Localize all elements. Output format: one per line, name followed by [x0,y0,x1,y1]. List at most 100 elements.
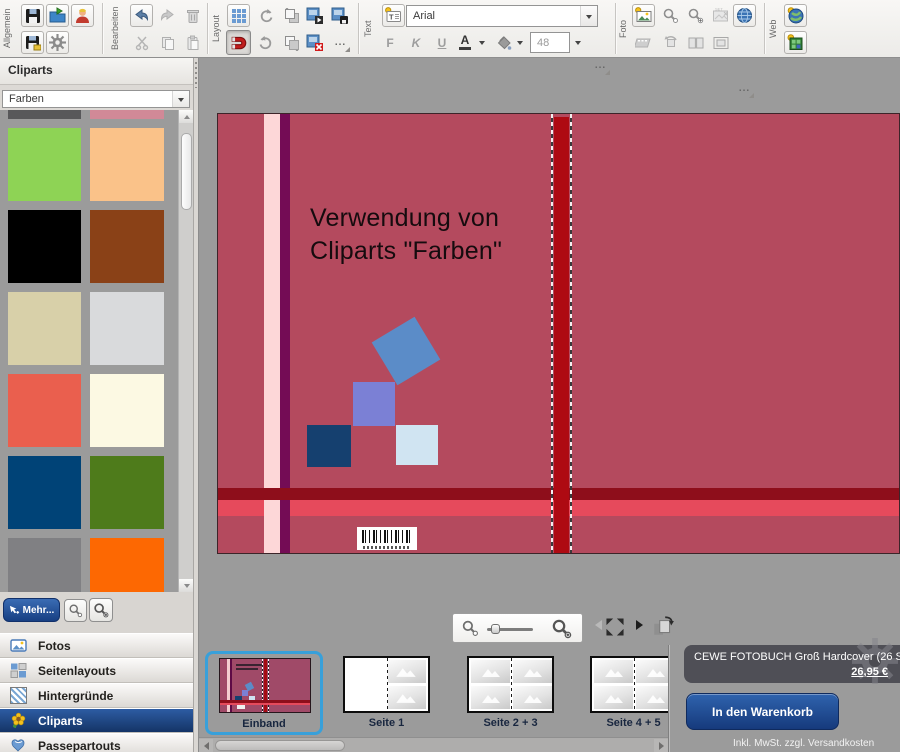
zoom-slider-handle[interactable] [491,624,500,634]
scrollbar-thumb[interactable] [181,133,192,210]
rotate-left-icon[interactable] [254,4,277,27]
cover-title-text[interactable]: Verwendung von Cliparts "Farben" [310,202,502,268]
effects-icon[interactable]: SET [709,4,732,27]
color-swatch[interactable] [90,292,164,365]
settings-icon[interactable] [46,31,69,54]
font-family-select[interactable]: Arial [406,5,598,27]
font-size-select[interactable]: 48 [530,32,570,53]
previous-page-icon[interactable] [590,620,602,630]
italic-button[interactable]: K [406,31,426,54]
underline-button[interactable]: U [432,31,452,54]
color-swatch[interactable] [8,538,81,592]
image-save-icon[interactable] [328,4,351,27]
clipart-square-navy[interactable] [307,425,351,467]
web-globe-icon[interactable] [784,4,807,27]
sidebar-item-hintergruende[interactable]: Hintergründe [0,683,193,708]
panel-splitter[interactable] [193,57,199,752]
bold-button[interactable]: F [380,31,400,54]
more-cliparts-button[interactable]: Mehr... [3,598,60,622]
avatar-icon[interactable] [71,4,94,27]
more-layout-icon[interactable]: ... [329,31,352,54]
clipart-square-lightblue[interactable] [396,425,438,465]
color-swatch[interactable] [8,110,81,119]
color-swatch[interactable] [8,374,81,447]
send-backward-icon[interactable] [280,31,303,54]
copy-icon[interactable] [156,31,179,54]
thumbnail-seite-2-3[interactable] [467,656,554,713]
add-to-cart-button[interactable]: In den Warenkorb [686,693,839,730]
thumbnail-einband[interactable]: Einband [205,651,323,735]
photo-placeholder [594,660,633,683]
paste-icon[interactable] [181,31,204,54]
add-photo-icon[interactable] [632,4,655,27]
color-swatch[interactable] [90,210,164,283]
color-swatch[interactable] [90,456,164,529]
clipart-square-periwinkle[interactable] [353,382,395,426]
sidebar-item-cliparts[interactable]: Cliparts [0,708,193,733]
font-color-icon[interactable]: A [455,31,475,54]
clipart-square-blue[interactable] [372,317,441,386]
color-swatch[interactable] [8,292,81,365]
scroll-down-icon[interactable] [179,579,193,592]
product-price-link[interactable]: 26,95 € [851,666,888,678]
clipart-zoom-in-button[interactable] [89,598,113,622]
clipart-category-select[interactable]: Farben [2,90,190,108]
text-settings-icon[interactable]: T [382,4,405,27]
fit-to-screen-icon[interactable] [604,616,626,638]
frame-icon[interactable] [709,31,732,54]
bring-forward-icon[interactable] [280,4,303,27]
zoom-out-icon[interactable] [461,619,479,637]
scroll-left-icon[interactable] [199,739,213,752]
open-project-icon[interactable] [46,4,69,27]
next-page-icon[interactable] [636,620,648,630]
film-icon[interactable] [632,31,655,54]
rotate-right-icon[interactable] [254,31,277,54]
swatch-scrollbar[interactable] [178,110,193,592]
chevron-down-icon[interactable] [580,6,597,26]
image-forward-icon[interactable] [303,4,326,27]
thumbnail-seite-4-5[interactable] [590,656,668,713]
scroll-up-icon[interactable] [179,110,193,123]
rotate-photo-icon[interactable] [659,31,682,54]
globe-icon[interactable] [733,4,756,27]
chevron-down-icon[interactable] [172,91,189,107]
font-color-dropdown-icon[interactable] [475,31,489,54]
font-size-dropdown-icon[interactable] [571,31,585,54]
delete-icon[interactable] [181,4,204,27]
fill-color-dropdown-icon[interactable] [513,31,527,54]
rotate-page-icon[interactable] [652,614,674,638]
grid-icon[interactable] [227,4,250,27]
cut-icon[interactable] [130,31,153,54]
fill-color-icon[interactable] [494,31,514,54]
book-cover-page[interactable]: Verwendung von Cliparts "Farben" [217,113,900,554]
save-as-icon[interactable] [21,31,44,54]
color-swatch[interactable] [90,128,164,201]
sidebar-item-passepartouts[interactable]: Passepartouts [0,733,193,752]
sidebar-item-seitenlayouts[interactable]: Seitenlayouts [0,658,193,683]
save-icon[interactable] [21,4,44,27]
clipart-zoom-out-button[interactable] [64,599,87,622]
color-swatch[interactable] [90,110,164,119]
snap-magnet-icon[interactable] [226,30,251,55]
web-gallery-icon[interactable] [784,31,807,54]
undo-icon[interactable] [130,4,153,27]
zoom-in-photo-icon[interactable] [684,4,707,27]
zoom-out-photo-icon[interactable] [659,4,682,27]
color-swatch[interactable] [8,128,81,201]
color-swatch[interactable] [90,374,164,447]
thumbnail-seite-1[interactable] [343,656,430,713]
color-swatch[interactable] [8,210,81,283]
image-delete-icon[interactable] [303,31,326,54]
zoom-in-icon[interactable] [551,618,572,639]
more-text-icon[interactable]: ... [589,54,612,77]
blank-page [345,658,387,711]
sidebar-item-fotos[interactable]: Fotos [0,633,193,658]
color-swatch[interactable] [90,538,164,592]
more-foto-icon[interactable]: ... [733,77,756,100]
redo-icon[interactable] [156,4,179,27]
scrollbar-thumb[interactable] [215,740,345,751]
split-view-icon[interactable] [684,31,707,54]
scroll-right-icon[interactable] [654,739,668,752]
thumbnail-scrollbar[interactable] [199,737,668,752]
color-swatch[interactable] [8,456,81,529]
